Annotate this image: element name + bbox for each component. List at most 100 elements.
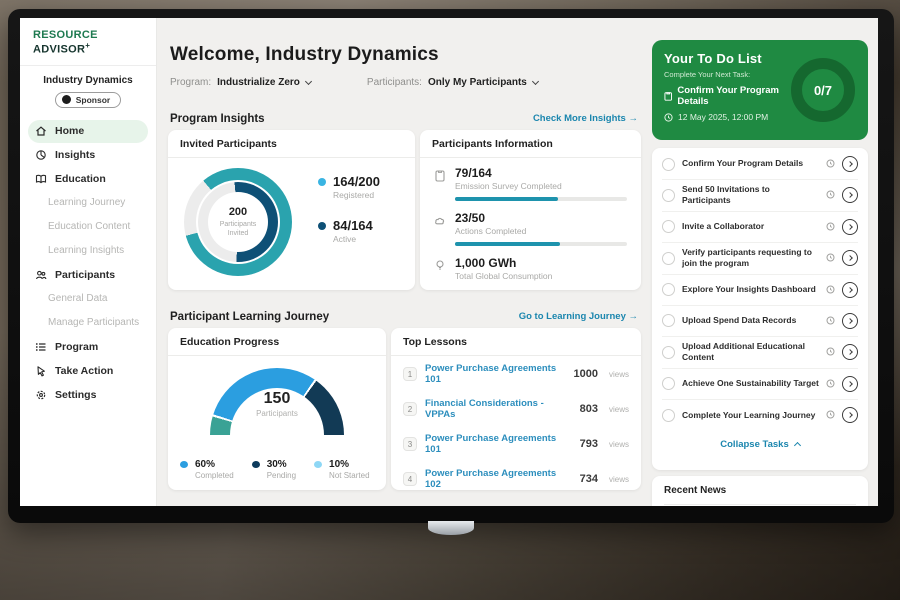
page-title: Welcome, Industry Dynamics [170,44,439,66]
go-to-learning-journey-link[interactable]: Go to Learning Journey → [519,311,638,322]
home-icon [35,125,47,137]
sidebar-item-label: Learning Insights [48,245,124,256]
sidebar-item-take-action[interactable]: Take Action [20,359,156,383]
task-checkbox[interactable] [662,220,675,233]
clipboard-icon [434,166,447,191]
clock-icon [826,312,835,330]
task-open-button[interactable] [842,187,858,203]
legend-item-active: 84/164 Active [318,218,380,244]
sidebar-item-insights[interactable]: Insights [20,143,156,167]
sidebar-item-label: Participants [55,269,115,281]
sidebar-item-settings[interactable]: Settings [20,383,156,407]
lesson-rank: 1 [403,367,417,381]
task-row-upload-educational-content: Upload Additional Educational Content [662,337,858,369]
stat-global-consumption: 1,000 GWh Total Global Consumption [420,248,641,281]
lesson-rank: 2 [403,402,417,416]
legend-item-completed: 60% Completed [180,459,234,480]
task-checkbox[interactable] [662,189,675,202]
lesson-link[interactable]: Power Purchase Agreements 101 [425,433,572,455]
participants-icon [35,269,47,281]
sidebar-item-learning-journey[interactable]: Learning Journey [20,191,156,215]
task-open-button[interactable] [842,250,858,266]
task-open-button[interactable] [842,282,858,298]
clock-icon [826,249,835,267]
clock-icon [826,155,835,173]
legend-dot [318,222,326,230]
task-checkbox[interactable] [662,252,675,265]
task-checkbox[interactable] [662,409,675,422]
lesson-row: 1 Power Purchase Agreements 101 1000view… [391,356,641,391]
task-row-achieve-target: Achieve One Sustainability Target [662,369,858,400]
sidebar-item-education[interactable]: Education [20,167,156,191]
invited-donut-outer: 200 Participants Invited [184,168,292,276]
chevron-down-icon [532,78,539,85]
clock-icon [826,281,835,299]
todo-tasks-card: Confirm Your Program Details Send 50 Inv… [652,148,868,470]
sidebar-item-label: Home [55,125,84,137]
program-insights-title: Program Insights [170,113,265,125]
clock-icon [826,218,835,236]
task-open-button[interactable] [842,376,858,392]
task-row-upload-spend-data: Upload Spend Data Records [662,306,858,337]
sidebar-item-label: General Data [48,293,107,304]
clock-icon [826,406,835,424]
clock-icon [664,113,673,122]
sidebar-item-manage-participants[interactable]: Manage Participants [20,311,156,335]
task-checkbox[interactable] [662,283,675,296]
todo-progress-ring: 0/7 [791,58,855,122]
gauge-center: 150 Participants [168,390,386,418]
dashboard-screen: RESOURCE ADVISOR+ Industry Dynamics Spon… [20,18,878,506]
lesson-link[interactable]: Financial Considerations - VPPAs [425,398,572,420]
task-open-button[interactable] [842,156,858,172]
filters-row: Program: Industrialize Zero Participants… [170,77,538,88]
logo-plus: + [85,41,90,50]
lesson-rank: 4 [403,472,417,486]
lesson-link[interactable]: Power Purchase Agreements 101 [425,363,566,385]
sidebar-item-label: Education [55,173,106,185]
monitor-stand [428,521,474,535]
collapse-tasks-link[interactable]: Collapse Tasks [662,431,858,454]
task-open-button[interactable] [842,407,858,423]
lesson-rank: 3 [403,437,417,451]
legend-dot [180,461,188,468]
task-open-button[interactable] [842,313,858,329]
sidebar-item-learning-insights[interactable]: Learning Insights [20,239,156,263]
task-checkbox[interactable] [662,158,675,171]
logo-text-resource: RESOURCE [33,29,98,41]
task-row-send-invitations: Send 50 Invitations to Participants [662,180,858,212]
emission-survey-progressbar [455,197,627,201]
task-checkbox[interactable] [662,377,675,390]
legend-item-not-started: 10% Not Started [314,459,369,480]
invited-participants-title: Invited Participants [168,130,415,158]
task-checkbox[interactable] [662,346,675,359]
settings-icon [35,389,47,401]
task-row-explore-insights: Explore Your Insights Dashboard [662,275,858,306]
clock-icon [826,375,835,393]
sidebar-item-home[interactable]: Home [28,120,148,143]
sidebar-item-education-content[interactable]: Education Content [20,215,156,239]
arrow-right-icon: → [629,113,639,124]
sidebar-item-label: Settings [55,389,96,401]
sidebar-item-label: Take Action [55,365,113,377]
education-icon [35,173,47,185]
stat-emission-survey: 79/164 Emission Survey Completed [420,158,641,191]
invited-donut-inner: 200 Participants Invited [198,182,278,262]
sidebar-item-general-data[interactable]: General Data [20,287,156,311]
sponsor-badge[interactable]: Sponsor [55,92,121,108]
program-dropdown[interactable]: Program: Industrialize Zero [170,77,311,88]
participants-dropdown[interactable]: Participants: Only My Participants [367,77,538,88]
sidebar-item-participants[interactable]: Participants [20,263,156,287]
org-name: Industry Dynamics [20,75,156,86]
lesson-row: 2 Financial Considerations - VPPAs 803vi… [391,391,641,426]
bulb-icon [434,256,447,281]
legend-dot [318,178,326,186]
chevron-down-icon [305,78,312,85]
task-checkbox[interactable] [662,314,675,327]
task-open-button[interactable] [842,344,858,360]
check-more-insights-link[interactable]: Check More Insights → [533,113,638,124]
invited-participants-card: Invited Participants 200 Participants In… [168,130,415,290]
task-open-button[interactable] [842,219,858,235]
sidebar-item-program[interactable]: Program [20,335,156,359]
participants-information-card: Participants Information 79/164 Emission… [420,130,641,290]
lesson-link[interactable]: Power Purchase Agreements 102 [425,468,572,490]
